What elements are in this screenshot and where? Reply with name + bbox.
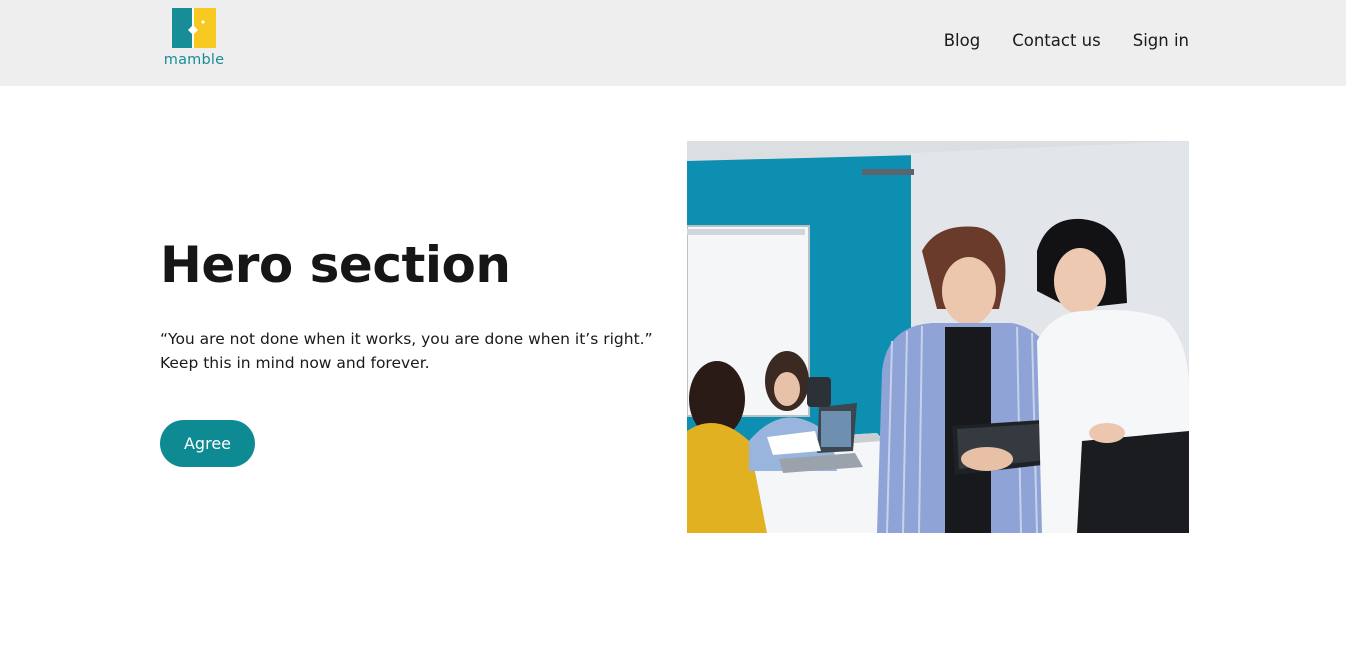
hero-subtext: Keep this in mind now and forever. bbox=[160, 354, 430, 372]
hero-image bbox=[687, 141, 1189, 533]
logo-mark-icon bbox=[172, 8, 216, 48]
office-photo-illustration bbox=[687, 141, 1189, 533]
nav-link-sign-in[interactable]: Sign in bbox=[1133, 30, 1189, 52]
main-nav: Blog Contact us Sign in bbox=[944, 30, 1189, 52]
site-header: mamble Blog Contact us Sign in bbox=[0, 0, 1346, 86]
agree-button[interactable]: Agree bbox=[160, 420, 255, 467]
mamble-logo[interactable]: mamble bbox=[160, 6, 228, 72]
hero-text: “You are not done when it works, you are… bbox=[160, 327, 680, 375]
nav-link-blog[interactable]: Blog bbox=[944, 30, 980, 52]
hero-quote: “You are not done when it works, you are… bbox=[160, 330, 653, 348]
hero-title: Hero section bbox=[160, 236, 511, 294]
nav-link-contact[interactable]: Contact us bbox=[1012, 30, 1101, 52]
logo-wordmark: mamble bbox=[163, 52, 225, 68]
